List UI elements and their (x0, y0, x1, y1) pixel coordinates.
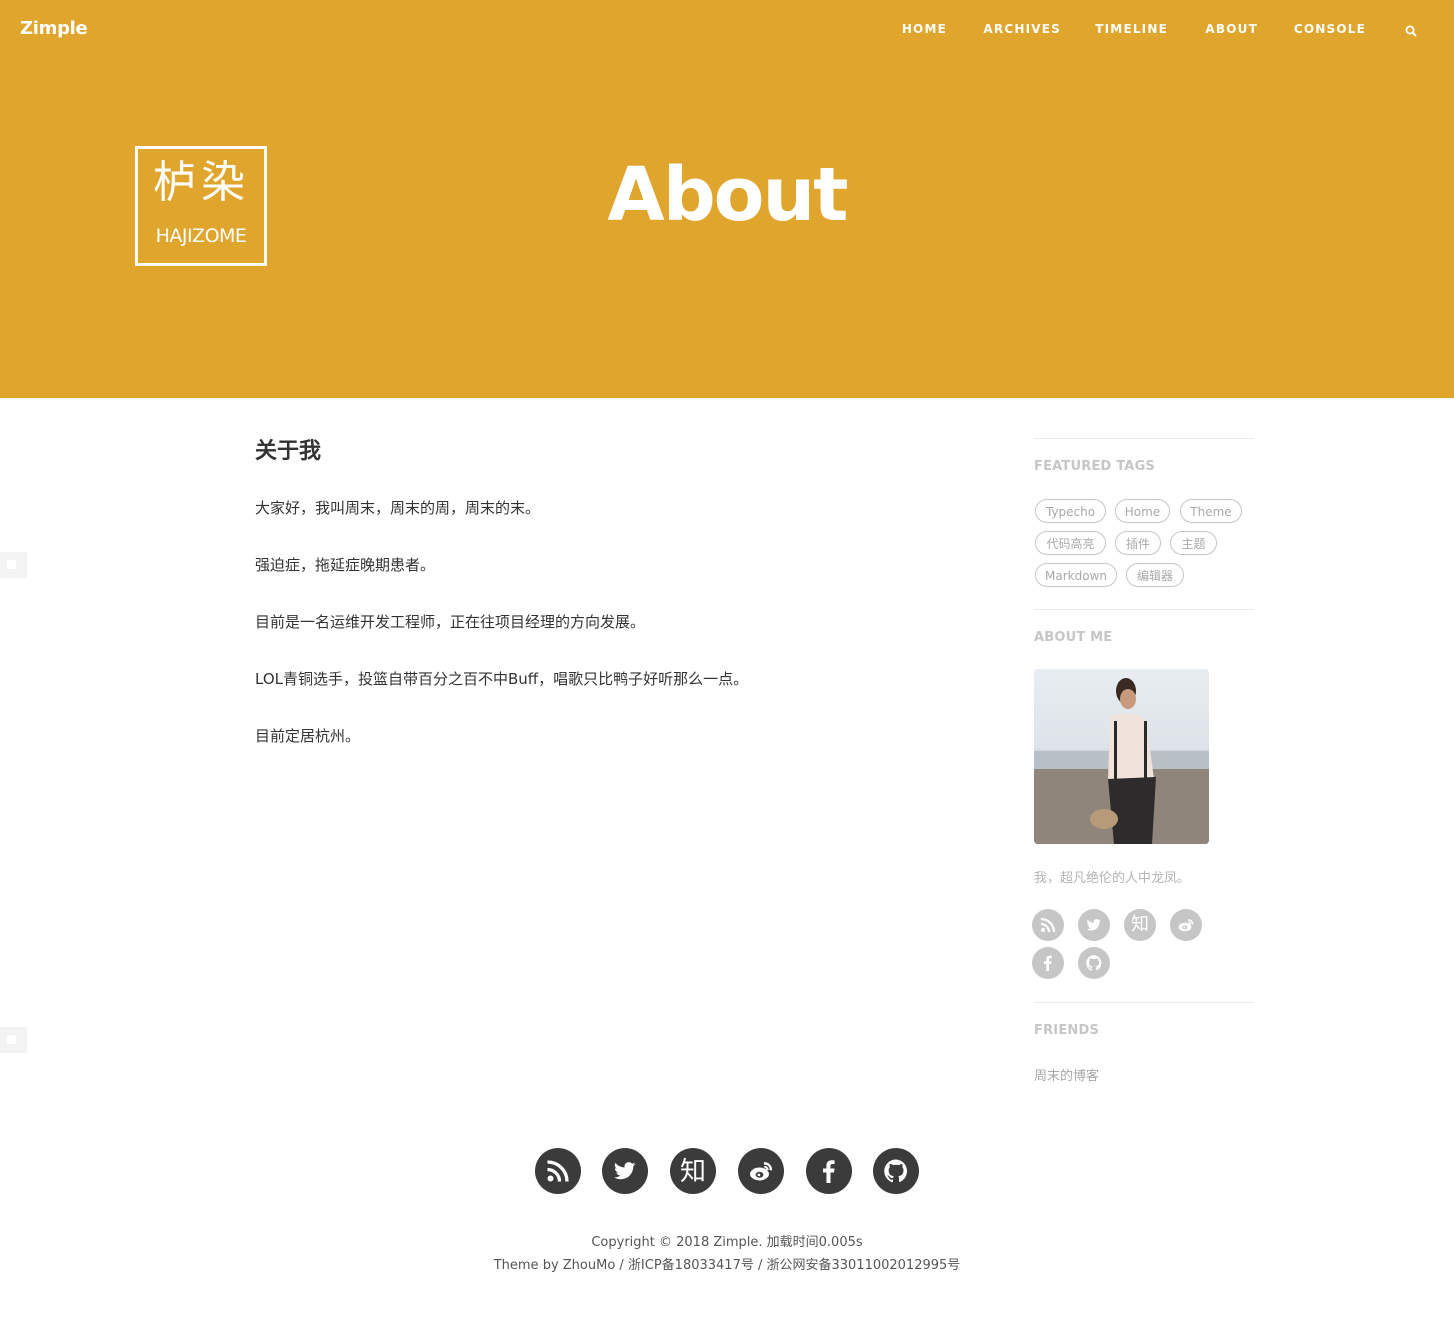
weibo-icon[interactable] (1170, 909, 1202, 941)
post-content: 关于我 大家好，我叫周末，周末的周，周末的末。 强迫症，拖延症晚期患者。 目前是… (255, 436, 975, 745)
zhihu-glyph: 知 (679, 1157, 706, 1187)
weibo-icon[interactable] (738, 1148, 784, 1194)
post-paragraph: LOL青铜选手，投篮自带百分之百不中Buff，唱歌只比鸭子好听那么一点。 (255, 670, 749, 688)
github-icon[interactable] (1078, 947, 1110, 979)
side-toggle-handle[interactable] (0, 1027, 27, 1053)
rss-icon[interactable] (1032, 909, 1064, 941)
post-heading: 关于我 (255, 439, 322, 464)
tag-editor[interactable]: 编辑器 (1126, 563, 1184, 587)
divider (1034, 1002, 1254, 1003)
search-icon[interactable] (1405, 22, 1419, 37)
zhihu-glyph: 知 (1131, 914, 1149, 935)
footer-copyright: Copyright © 2018 Zimple. 加载时间0.005s (591, 1235, 863, 1250)
tag-code-highlight[interactable]: 代码高亮 (1035, 531, 1106, 555)
tag-home[interactable]: Home (1115, 499, 1170, 523)
footer-credits: Theme by ZhouMo / 浙ICP备18033417号 / 浙公网安备… (493, 1258, 961, 1273)
zhihu-icon[interactable]: 知 (1124, 909, 1156, 941)
post-paragraph: 目前是一名运维开发工程师，正在往项目经理的方向发展。 (255, 613, 646, 631)
friends-title: FRIENDS (1034, 1023, 1100, 1038)
post-paragraph: 大家好，我叫周末，周末的周，周末的末。 (255, 499, 541, 517)
nav-archives[interactable]: ARCHIVES (983, 22, 1061, 36)
divider (1034, 609, 1254, 610)
tag-markdown[interactable]: Markdown (1035, 563, 1117, 587)
rss-icon[interactable] (535, 1148, 581, 1194)
github-icon[interactable] (873, 1148, 919, 1194)
facebook-icon[interactable] (806, 1148, 852, 1194)
hero-banner: Zimple HOME ARCHIVES TIMELINE ABOUT CONS… (0, 0, 1454, 398)
page-title: About (607, 152, 848, 238)
nav-console[interactable]: CONSOLE (1294, 22, 1366, 36)
tag-theme[interactable]: Theme (1180, 499, 1242, 523)
twitter-icon[interactable] (1078, 909, 1110, 941)
post-paragraph: 强迫症，拖延症晚期患者。 (255, 556, 436, 574)
facebook-icon[interactable] (1032, 947, 1064, 979)
tag-plugin[interactable]: 插件 (1115, 531, 1161, 555)
site-brand[interactable]: Zimple (20, 18, 88, 39)
side-toggle-handle[interactable] (0, 552, 27, 578)
twitter-icon[interactable] (602, 1148, 648, 1194)
footer-social: 知 (535, 1148, 919, 1194)
featured-tags-title: FEATURED TAGS (1034, 459, 1155, 474)
post-paragraph: 目前定居杭州。 (255, 727, 361, 745)
tag-typecho[interactable]: Typecho (1035, 499, 1106, 523)
divider (1034, 438, 1254, 439)
nav-about[interactable]: ABOUT (1205, 22, 1258, 36)
nav-timeline[interactable]: TIMELINE (1095, 22, 1168, 36)
nav-home[interactable]: HOME (902, 22, 947, 36)
friend-link[interactable]: 周末的博客 (1034, 1065, 1099, 1084)
about-me-title: ABOUT ME (1034, 630, 1113, 645)
about-me-text: 我，超凡绝伦的人中龙凤。 (1034, 871, 1191, 886)
avatar (1034, 669, 1209, 844)
tag-theme-cn[interactable]: 主题 (1170, 531, 1217, 555)
zhihu-icon[interactable]: 知 (670, 1148, 716, 1194)
